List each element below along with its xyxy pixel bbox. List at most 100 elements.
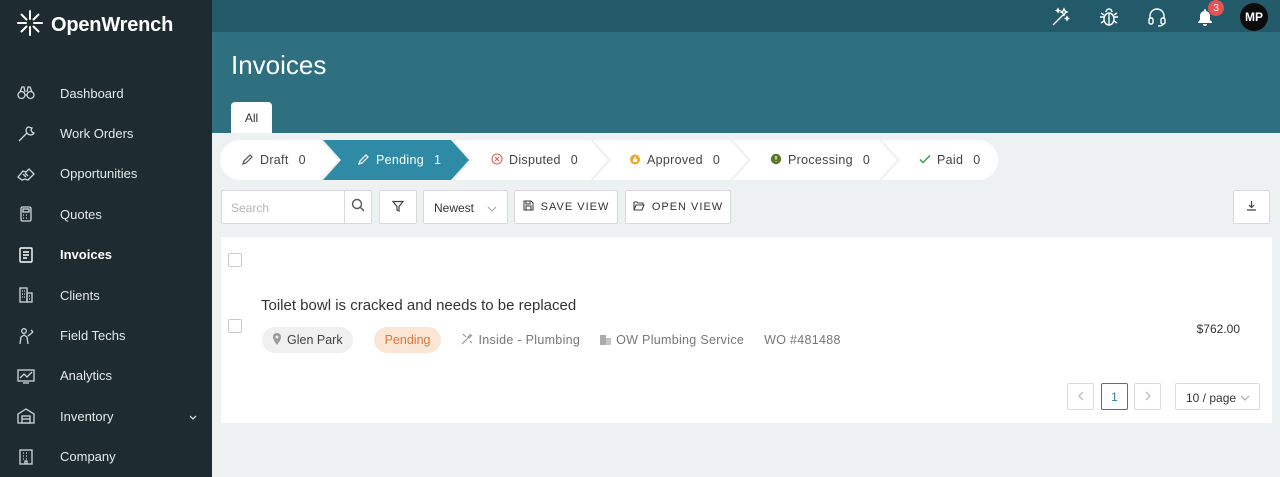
invoice-amount: $762.00 — [1196, 322, 1240, 336]
sidebar-item-label: Clients — [60, 287, 100, 303]
step-pending[interactable]: Pending 1 — [323, 140, 469, 180]
magic-wand-icon[interactable] — [1048, 4, 1074, 30]
step-approved[interactable]: Approved 0 — [593, 140, 748, 180]
company-icon — [17, 448, 35, 466]
invoice-list: Toilet bowl is cracked and needs to be r… — [221, 237, 1272, 423]
sidebar-item-label: Inventory — [60, 408, 114, 424]
page-size-select[interactable]: 10 / page — [1175, 383, 1260, 410]
folder-open-icon — [633, 200, 645, 214]
sidebar-item-analytics[interactable]: Analytics — [0, 356, 212, 396]
step-label: Processing — [788, 153, 853, 167]
step-count: 0 — [862, 153, 871, 167]
calculator-icon — [17, 205, 35, 223]
search-button[interactable] — [344, 191, 371, 223]
pagination-next-button[interactable] — [1134, 383, 1161, 410]
page-size-value: 10 / page — [1186, 391, 1237, 405]
sidebar-item-opportunities[interactable]: Opportunities — [0, 154, 212, 194]
step-label: Paid — [937, 153, 964, 167]
status-badge: Pending — [373, 327, 442, 353]
sidebar: OpenWrench Dashboard Work Orders Opportu… — [0, 0, 212, 477]
chevron-down-icon[interactable] — [188, 410, 198, 428]
search-icon — [351, 198, 365, 217]
step-label: Approved — [647, 153, 703, 167]
invoice-title[interactable]: Toilet bowl is cracked and needs to be r… — [261, 297, 576, 314]
binoculars-icon — [17, 84, 35, 102]
trade: Inside - Plumbing — [461, 333, 580, 348]
sidebar-item-work-orders[interactable]: Work Orders — [0, 113, 212, 153]
status-steps: Draft 0 Pending 1 Disputed 0 Approved 0 — [220, 140, 1000, 180]
avatar[interactable]: MP — [1240, 3, 1268, 31]
work-order-ref[interactable]: WO #481488 — [764, 333, 841, 347]
wrench-icon — [17, 125, 35, 143]
save-icon — [523, 200, 534, 214]
sidebar-item-company[interactable]: Company — [0, 437, 212, 477]
tab-all[interactable]: All — [231, 102, 272, 133]
step-label: Disputed — [509, 153, 561, 167]
invoice-icon — [17, 246, 35, 264]
sidebar-nav: Dashboard Work Orders Opportunities Quot… — [0, 73, 212, 477]
sidebar-item-label: Company — [60, 449, 116, 465]
sort-select[interactable]: Newest — [423, 190, 508, 224]
search-input[interactable]: Search — [221, 190, 372, 224]
download-button[interactable] — [1233, 190, 1270, 224]
step-draft[interactable]: Draft 0 — [220, 140, 338, 180]
brand-name: OpenWrench — [51, 13, 174, 36]
technician-icon — [17, 327, 35, 345]
pencil-icon — [242, 153, 254, 168]
invoice-meta: Glen Park Pending Inside - Plumbing OW P… — [262, 327, 841, 353]
sidebar-item-inventory[interactable]: Inventory — [0, 396, 212, 436]
row-checkbox[interactable] — [228, 319, 242, 333]
notification-badge: 3 — [1208, 0, 1224, 16]
step-label: Pending — [376, 153, 424, 167]
sidebar-item-label: Field Techs — [60, 328, 126, 344]
step-paid[interactable]: Paid 0 — [882, 140, 998, 180]
chevron-left-icon — [1077, 390, 1085, 404]
open-view-label: OPEN VIEW — [651, 201, 724, 213]
building-icon — [600, 333, 612, 348]
chart-icon — [17, 367, 35, 385]
headset-icon[interactable] — [1144, 4, 1170, 30]
pagination-page[interactable]: 1 — [1101, 383, 1128, 410]
sidebar-item-dashboard[interactable]: Dashboard — [0, 73, 212, 113]
search-placeholder: Search — [231, 201, 270, 215]
page-title: Invoices — [231, 50, 327, 80]
brand[interactable]: OpenWrench — [16, 9, 174, 42]
processing-icon — [770, 153, 782, 168]
step-count: 0 — [298, 153, 306, 167]
tools-icon — [461, 333, 473, 348]
sidebar-item-label: Dashboard — [60, 85, 124, 101]
step-count: 1 — [433, 153, 442, 167]
sidebar-item-label: Quotes — [60, 206, 102, 222]
openwrench-logo-icon — [16, 9, 44, 42]
step-count: 0 — [712, 153, 721, 167]
step-processing[interactable]: Processing 0 — [733, 140, 897, 180]
pagination-prev-button[interactable] — [1067, 383, 1094, 410]
warehouse-icon — [17, 407, 35, 425]
top-bar-actions: 3 MP — [1026, 0, 1268, 31]
bell-icon[interactable]: 3 — [1192, 0, 1224, 30]
step-label: Draft — [260, 153, 289, 167]
sort-value: Newest — [434, 201, 475, 215]
filter-icon — [391, 200, 405, 215]
open-view-button[interactable]: OPEN VIEW — [625, 190, 731, 224]
page-header: Invoices All — [212, 32, 1280, 133]
trade-label: Inside - Plumbing — [478, 333, 581, 347]
buildings-icon — [17, 286, 35, 304]
sidebar-item-clients[interactable]: Clients — [0, 275, 212, 315]
step-count: 0 — [973, 153, 981, 167]
sidebar-item-invoices[interactable]: Invoices — [0, 235, 212, 275]
sidebar-item-field-techs[interactable]: Field Techs — [0, 315, 212, 355]
chevron-down-icon — [487, 203, 497, 217]
sidebar-item-label: Opportunities — [60, 166, 138, 182]
step-disputed[interactable]: Disputed 0 — [454, 140, 608, 180]
save-view-button[interactable]: SAVE VIEW — [514, 190, 618, 224]
select-all-checkbox[interactable] — [228, 253, 242, 267]
handshake-icon — [17, 165, 35, 183]
filter-button[interactable] — [379, 190, 417, 224]
chevron-down-icon — [1240, 392, 1250, 406]
sidebar-item-quotes[interactable]: Quotes — [0, 194, 212, 234]
x-circle-icon — [491, 152, 503, 168]
bug-icon[interactable] — [1096, 4, 1122, 30]
thumbs-up-icon — [629, 153, 641, 168]
pencil-icon — [358, 153, 370, 168]
